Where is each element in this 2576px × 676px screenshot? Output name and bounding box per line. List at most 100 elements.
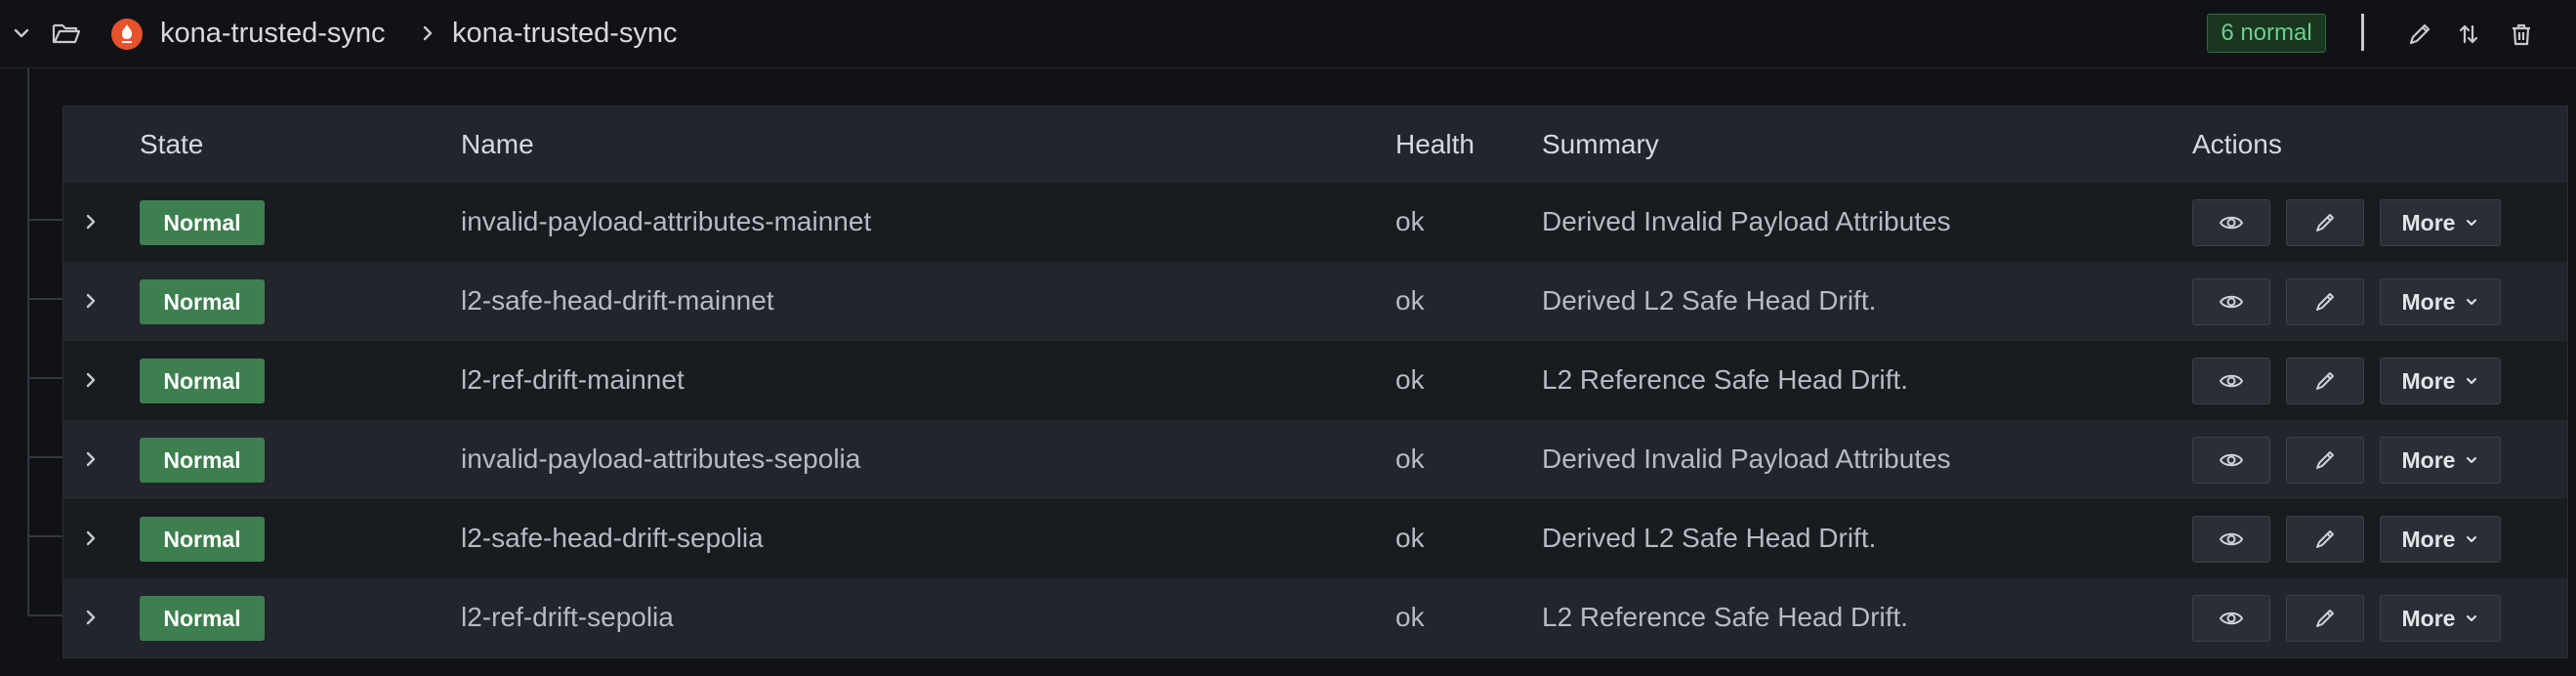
- rule-health: ok: [1395, 364, 1425, 395]
- chevron-down-icon: [2467, 299, 2477, 305]
- eye-icon: [2219, 453, 2244, 467]
- view-button[interactable]: [2192, 595, 2270, 642]
- state-badge: Normal: [140, 596, 265, 641]
- more-label: More: [2401, 446, 2456, 473]
- chevron-right-icon: [418, 21, 437, 45]
- more-button[interactable]: More: [2380, 358, 2501, 404]
- rule-summary: L2 Reference Safe Head Drift.: [1542, 602, 1909, 632]
- table-header: State Name Health Summary Actions: [63, 106, 2567, 183]
- tree-branch: [27, 219, 62, 221]
- table-row: Normal l2-safe-head-drift-mainnet ok Der…: [63, 262, 2567, 341]
- column-header-actions: Actions: [2192, 129, 2282, 159]
- chevron-right-icon[interactable]: [77, 366, 104, 394]
- state-badge: Normal: [140, 359, 265, 403]
- status-count-badge: 6 normal: [2207, 14, 2326, 53]
- rules-table: State Name Health Summary Actions Normal…: [62, 106, 2568, 658]
- rule-summary: Derived Invalid Payload Attributes: [1542, 206, 1951, 236]
- divider: [2361, 14, 2364, 51]
- eye-icon: [2219, 295, 2244, 309]
- column-header-health: Health: [1395, 129, 1475, 159]
- rule-name: l2-ref-drift-sepolia: [461, 602, 674, 632]
- state-badge: Normal: [140, 517, 265, 562]
- rule-name: l2-ref-drift-mainnet: [461, 364, 685, 395]
- edit-button[interactable]: [2286, 358, 2364, 404]
- tree-line: [27, 68, 29, 615]
- view-button[interactable]: [2192, 516, 2270, 563]
- rule-health: ok: [1395, 206, 1425, 236]
- rule-summary: Derived L2 Safe Head Drift.: [1542, 285, 1877, 316]
- rule-summary: Derived L2 Safe Head Drift.: [1542, 523, 1877, 553]
- more-label: More: [2401, 288, 2456, 315]
- edit-button[interactable]: [2286, 595, 2364, 642]
- more-label: More: [2401, 209, 2456, 235]
- chevron-right-icon[interactable]: [77, 604, 104, 631]
- table-row: Normal invalid-payload-attributes-sepoli…: [63, 420, 2567, 499]
- more-button[interactable]: More: [2380, 278, 2501, 325]
- more-button[interactable]: More: [2380, 516, 2501, 563]
- pencil-icon: [2316, 451, 2334, 469]
- pencil-icon: [2409, 23, 2431, 45]
- breadcrumb-namespace[interactable]: kona-trusted-sync: [160, 17, 386, 50]
- view-button[interactable]: [2192, 437, 2270, 484]
- chevron-down-icon: [2467, 457, 2477, 463]
- rule-name: invalid-payload-attributes-sepolia: [461, 444, 861, 474]
- tree-branch: [27, 535, 62, 537]
- group-header: kona-trusted-sync kona-trusted-sync 6 no…: [0, 0, 2576, 68]
- table-row: Normal invalid-payload-attributes-mainne…: [63, 183, 2567, 262]
- column-header-name: Name: [461, 129, 534, 159]
- reorder-button[interactable]: [2451, 18, 2486, 51]
- more-label: More: [2401, 605, 2456, 631]
- breadcrumb-group[interactable]: kona-trusted-sync: [452, 17, 678, 50]
- more-button[interactable]: More: [2380, 595, 2501, 642]
- edit-button[interactable]: [2286, 278, 2364, 325]
- state-badge: Normal: [140, 438, 265, 483]
- pencil-icon: [2316, 530, 2334, 548]
- rule-summary: Derived Invalid Payload Attributes: [1542, 444, 1951, 474]
- tree-branch: [27, 377, 62, 379]
- folder-open-icon: [51, 20, 82, 47]
- table-row: Normal l2-ref-drift-sepolia ok L2 Refere…: [63, 578, 2567, 657]
- chevron-down-icon: [2467, 220, 2477, 226]
- chevron-down-icon: [2467, 378, 2477, 384]
- pencil-icon: [2316, 293, 2334, 311]
- eye-icon: [2219, 612, 2244, 625]
- edit-button[interactable]: [2286, 437, 2364, 484]
- pencil-icon: [2316, 214, 2334, 232]
- rule-name: l2-safe-head-drift-sepolia: [461, 523, 764, 553]
- chevron-right-icon[interactable]: [77, 287, 104, 315]
- chevron-right-icon[interactable]: [77, 525, 104, 552]
- chevron-down-icon: [2467, 615, 2477, 621]
- tree-branch: [27, 614, 62, 616]
- view-button[interactable]: [2192, 358, 2270, 404]
- table-row: Normal l2-ref-drift-mainnet ok L2 Refere…: [63, 341, 2567, 420]
- view-button[interactable]: [2192, 199, 2270, 246]
- edit-group-button[interactable]: [2402, 18, 2437, 51]
- column-header-state: State: [140, 129, 204, 159]
- rule-summary: L2 Reference Safe Head Drift.: [1542, 364, 1909, 395]
- edit-button[interactable]: [2286, 516, 2364, 563]
- state-badge: Normal: [140, 200, 265, 245]
- delete-group-button[interactable]: [2504, 18, 2539, 51]
- eye-icon: [2219, 532, 2244, 546]
- tree-branch: [27, 456, 62, 458]
- view-button[interactable]: [2192, 278, 2270, 325]
- trash-icon: [2513, 23, 2530, 46]
- tree-branch: [27, 298, 62, 300]
- more-button[interactable]: More: [2380, 199, 2501, 246]
- state-badge: Normal: [140, 279, 265, 324]
- more-button[interactable]: More: [2380, 437, 2501, 484]
- chevron-right-icon[interactable]: [77, 445, 104, 473]
- chevron-right-icon[interactable]: [77, 208, 104, 235]
- edit-button[interactable]: [2286, 199, 2364, 246]
- chevron-down-icon[interactable]: [10, 21, 33, 45]
- rule-health: ok: [1395, 602, 1425, 632]
- table-row: Normal l2-safe-head-drift-sepolia ok Der…: [63, 499, 2567, 578]
- pencil-icon: [2316, 610, 2334, 627]
- eye-icon: [2219, 374, 2244, 388]
- prometheus-logo-icon: [111, 19, 143, 50]
- pencil-icon: [2316, 372, 2334, 390]
- more-label: More: [2401, 367, 2456, 394]
- rule-health: ok: [1395, 523, 1425, 553]
- eye-icon: [2219, 216, 2244, 230]
- column-header-summary: Summary: [1542, 129, 1659, 159]
